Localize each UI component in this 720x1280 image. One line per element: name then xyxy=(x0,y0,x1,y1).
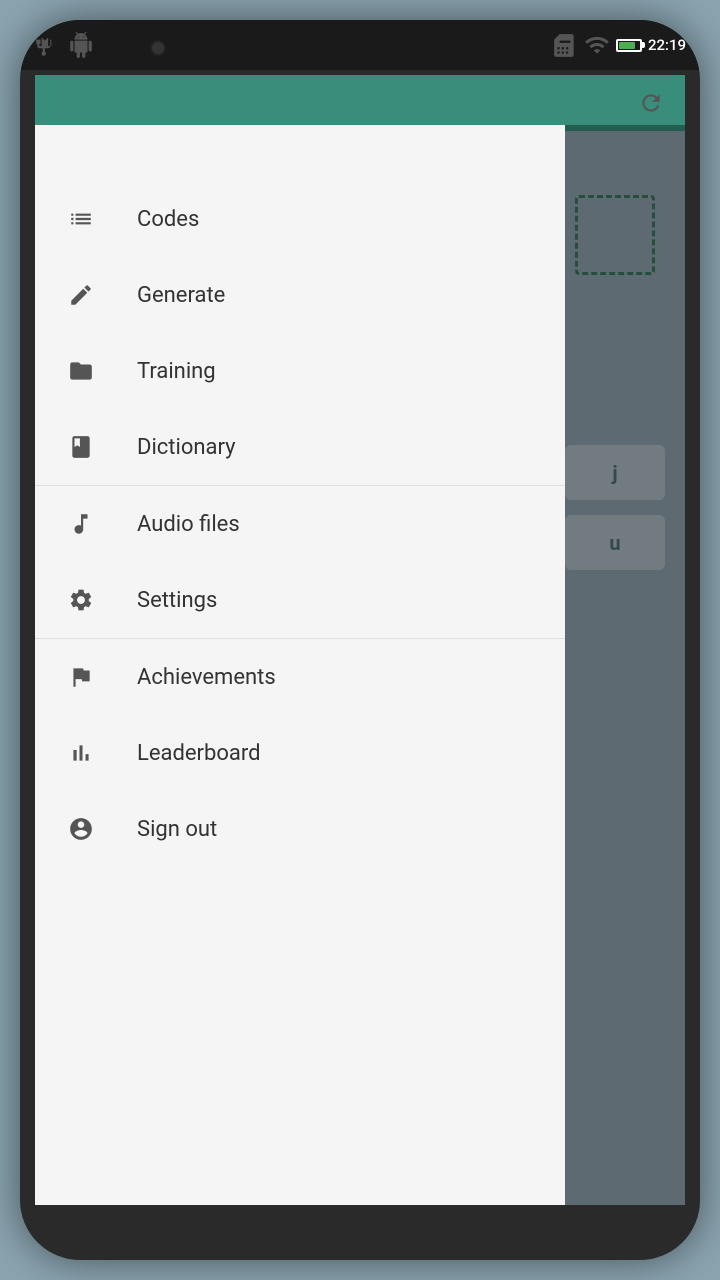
gear-icon xyxy=(65,584,97,616)
nav-label-audio-files: Audio files xyxy=(137,512,240,537)
drawer-header xyxy=(35,125,565,181)
nav-label-training: Training xyxy=(137,359,216,384)
bar-chart-icon xyxy=(65,737,97,769)
nav-label-generate: Generate xyxy=(137,283,225,308)
status-icons-right: 22:19 xyxy=(552,32,686,58)
nav-item-dictionary[interactable]: Dictionary xyxy=(35,409,565,485)
nav-item-codes[interactable]: Codes xyxy=(35,181,565,257)
nav-group-3: Achievements Leaderboard xyxy=(35,639,565,867)
nav-drawer: Codes Generate T xyxy=(35,125,565,1205)
battery-icon xyxy=(616,39,642,52)
book-icon xyxy=(65,431,97,463)
nav-item-generate[interactable]: Generate xyxy=(35,257,565,333)
folder-icon xyxy=(65,355,97,387)
nav-label-codes: Codes xyxy=(137,207,199,232)
status-time: 22:19 xyxy=(648,36,686,54)
usb-icon xyxy=(34,32,60,58)
pencil-icon xyxy=(65,279,97,311)
status-icons-left xyxy=(34,32,94,58)
nav-item-achievements[interactable]: Achievements xyxy=(35,639,565,715)
nav-group-1: Codes Generate T xyxy=(35,181,565,485)
account-icon xyxy=(65,813,97,845)
nav-label-settings: Settings xyxy=(137,588,217,613)
nav-item-settings[interactable]: Settings xyxy=(35,562,565,638)
nav-label-achievements: Achievements xyxy=(137,665,276,690)
app-toolbar xyxy=(35,75,685,131)
nav-item-audio-files[interactable]: Audio files xyxy=(35,486,565,562)
nav-group-2: Audio files Settings xyxy=(35,486,565,638)
nav-label-leaderboard: Leaderboard xyxy=(137,741,261,766)
list-icon xyxy=(65,203,97,235)
nav-label-dictionary: Dictionary xyxy=(137,435,236,460)
android-icon xyxy=(68,32,94,58)
screen: j u Codes xyxy=(35,75,685,1205)
nav-item-leaderboard[interactable]: Leaderboard xyxy=(35,715,565,791)
signal-icon xyxy=(584,32,610,58)
nav-item-sign-out[interactable]: Sign out xyxy=(35,791,565,867)
nav-item-training[interactable]: Training xyxy=(35,333,565,409)
flag-icon xyxy=(65,661,97,693)
sim-icon xyxy=(552,32,578,58)
music-icon xyxy=(65,508,97,540)
nav-label-sign-out: Sign out xyxy=(137,817,217,842)
refresh-button[interactable] xyxy=(629,81,673,125)
